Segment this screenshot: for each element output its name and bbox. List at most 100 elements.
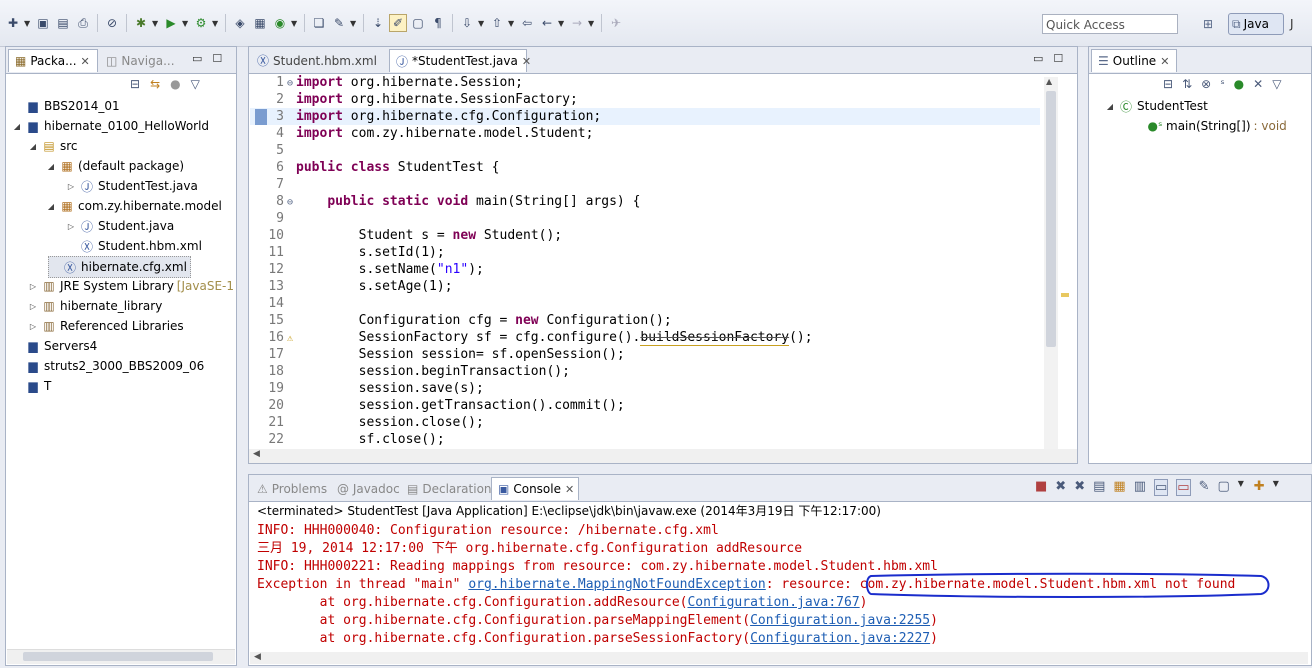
tree-item[interactable]: ▷ ▥ hibernate_library <box>28 296 162 316</box>
expanded-icon[interactable]: ◢ <box>12 122 22 131</box>
tree-item[interactable]: ▆ struts2_3000_BBS2009_06 <box>12 356 204 376</box>
search-dropdown-icon[interactable]: ▼ <box>350 19 358 28</box>
new-package-icon[interactable]: ▦ <box>251 14 269 32</box>
close-icon[interactable]: ✕ <box>565 483 574 496</box>
code-area[interactable]: 1 ⊖ import org.hibernate.Session; 2 import … <box>250 74 1040 462</box>
new-class-dropdown-icon[interactable]: ▼ <box>291 19 299 28</box>
back-icon[interactable]: ← <box>538 14 556 32</box>
quick-access-input[interactable]: Quick Access <box>1042 14 1178 34</box>
new-class-icon[interactable]: ◉ <box>271 14 289 32</box>
scroll-up-icon[interactable]: ▲ <box>1046 77 1052 86</box>
tree-item[interactable]: ▷ ▥ Referenced Libraries <box>28 316 184 336</box>
back-dropdown-icon[interactable]: ▼ <box>558 19 566 28</box>
show-whitespace-icon[interactable]: ¶ <box>429 14 447 32</box>
close-icon[interactable]: ✕ <box>522 55 531 68</box>
collapse-all-icon[interactable]: ⊟ <box>130 77 140 91</box>
minimize-icon[interactable]: ▭ <box>1033 52 1043 65</box>
stack-trace-link[interactable]: Configuration.java:767 <box>687 595 859 610</box>
maximize-icon[interactable]: ☐ <box>212 52 222 65</box>
close-icon[interactable]: ✕ <box>81 55 90 68</box>
new-dropdown-icon[interactable]: ▼ <box>24 19 32 28</box>
other-perspective-button[interactable]: J <box>1290 14 1312 34</box>
forward-dropdown-icon[interactable]: ▼ <box>588 19 596 28</box>
link-with-editor-icon[interactable]: ⇆ <box>150 77 160 91</box>
tree-item[interactable]: Ⓧ Student.hbm.xml <box>66 236 202 256</box>
remove-all-terminated-icon[interactable]: ✖ <box>1074 479 1085 496</box>
mark-occurrences-icon[interactable]: ✐ <box>389 14 407 32</box>
expanded-icon[interactable]: ◢ <box>46 162 56 171</box>
show-on-stdout-icon[interactable]: ▭ <box>1154 479 1169 496</box>
skip-breakpoints-icon[interactable]: ⊘ <box>103 14 121 32</box>
minimize-icon[interactable]: ▭ <box>192 52 202 65</box>
tree-item[interactable]: ▷ ▥ JRE System Library [JavaSE-1 <box>28 276 234 296</box>
search-icon[interactable]: ✎ <box>330 14 348 32</box>
expanded-icon[interactable]: ◢ <box>28 142 38 151</box>
hide-local-types-icon[interactable]: ✕ <box>1253 77 1263 91</box>
next-annotation-dropdown-icon[interactable]: ▼ <box>478 19 486 28</box>
next-annotation-icon[interactable]: ⇣ <box>369 14 387 32</box>
run-icon[interactable]: ▶ <box>162 14 180 32</box>
java-perspective-button[interactable]: ⧉ Java <box>1228 13 1284 35</box>
tree-item[interactable]: ◢ ▦ (default package) <box>46 156 184 176</box>
view-menu-icon[interactable]: ▽ <box>191 77 200 91</box>
sort-icon[interactable]: ⇅ <box>1182 77 1192 91</box>
tab-problems[interactable]: ⚠ Problems <box>251 477 331 500</box>
stack-trace-link[interactable]: Configuration.java:2255 <box>750 613 930 628</box>
previous-annotation-icon[interactable]: ⇧ <box>488 14 506 32</box>
display-console-icon[interactable]: ▢ <box>1218 479 1230 496</box>
previous-annotation-dropdown-icon[interactable]: ▼ <box>508 19 516 28</box>
tree-item[interactable]: ◢ ▤ src <box>28 136 78 156</box>
expanded-icon[interactable]: ◢ <box>46 202 56 211</box>
tab-student-test-java[interactable]: Ⓙ *StudentTest.java ✕ <box>389 49 531 72</box>
last-edit-location-icon[interactable]: ⇦ <box>518 14 536 32</box>
fold-icon[interactable]: ⊖ <box>284 194 296 211</box>
scrollbar-thumb[interactable] <box>1046 91 1056 347</box>
tab-javadoc[interactable]: @ Javadoc <box>331 477 401 500</box>
terminate-icon[interactable]: ■ <box>1035 479 1047 496</box>
editor-horizontal-scrollbar[interactable]: ◀ <box>249 449 1077 463</box>
view-menu-icon[interactable]: ▽ <box>1272 77 1281 91</box>
stack-trace-link[interactable]: Configuration.java:2227 <box>750 631 930 646</box>
open-type-icon[interactable]: ❏ <box>310 14 328 32</box>
clear-console-icon[interactable]: ▤ <box>1093 479 1105 496</box>
tree-item[interactable]: ▷ Ⓙ StudentTest.java <box>66 176 198 196</box>
collapsed-icon[interactable]: ▷ <box>28 302 38 311</box>
external-tools-icon[interactable]: ⚙ <box>192 14 210 32</box>
forward-icon[interactable]: → <box>568 14 586 32</box>
print-icon[interactable]: ⎙ <box>74 14 92 32</box>
block-selection-icon[interactable]: ▢ <box>409 14 427 32</box>
tree-item-selected[interactable]: Ⓧ hibernate.cfg.xml <box>48 256 191 278</box>
focus-icon[interactable]: ● <box>170 77 180 91</box>
tree-item[interactable]: ▷ Ⓙ Student.java <box>66 216 174 236</box>
scrollbar-thumb[interactable] <box>23 652 213 661</box>
hide-non-public-icon[interactable]: ● <box>1234 77 1244 91</box>
open-console-dropdown-icon[interactable]: ▼ <box>1273 479 1281 496</box>
outline-method-item[interactable]: ●ˢ main(String[]) : void <box>1147 116 1287 136</box>
pin-console-icon[interactable]: ✎ <box>1199 479 1210 496</box>
warning-icon[interactable]: ⚠ <box>284 330 296 347</box>
tree-item[interactable]: ▆ BBS2014_01 <box>12 96 119 116</box>
collapse-all-icon[interactable]: ⊟ <box>1163 77 1173 91</box>
tab-package-explorer[interactable]: ▦ Packa... ✕ <box>8 49 98 72</box>
open-perspective-icon[interactable]: ⊞ <box>1198 14 1218 34</box>
tab-console[interactable]: ▣ Console ✕ <box>491 477 579 500</box>
new-java-project-icon[interactable]: ◈ <box>231 14 249 32</box>
pin-editor-icon[interactable]: ✈ <box>607 14 625 32</box>
collapsed-icon[interactable]: ▷ <box>66 222 76 231</box>
scroll-left-icon[interactable]: ◀ <box>253 449 260 459</box>
external-tools-dropdown-icon[interactable]: ▼ <box>212 19 220 28</box>
debug-dropdown-icon[interactable]: ▼ <box>152 19 160 28</box>
tab-outline[interactable]: ☰ Outline ✕ <box>1091 49 1177 72</box>
save-icon[interactable]: ▣ <box>34 14 52 32</box>
editor-vertical-scrollbar[interactable]: ▲ ▼ <box>1044 77 1058 457</box>
outline-class-item[interactable]: ◢ Ⓒ StudentTest <box>1105 96 1208 116</box>
collapsed-icon[interactable]: ▷ <box>28 282 38 291</box>
expanded-icon[interactable]: ◢ <box>1105 102 1115 111</box>
close-icon[interactable]: ✕ <box>1160 55 1169 68</box>
open-console-icon[interactable]: ✚ <box>1254 479 1265 496</box>
hide-static-icon[interactable]: ˢ <box>1220 77 1224 91</box>
run-dropdown-icon[interactable]: ▼ <box>182 19 190 28</box>
display-console-dropdown-icon[interactable]: ▼ <box>1238 479 1246 496</box>
scroll-left-icon[interactable]: ◀ <box>254 652 261 662</box>
console-horizontal-scrollbar[interactable]: ◀ <box>250 652 1308 664</box>
